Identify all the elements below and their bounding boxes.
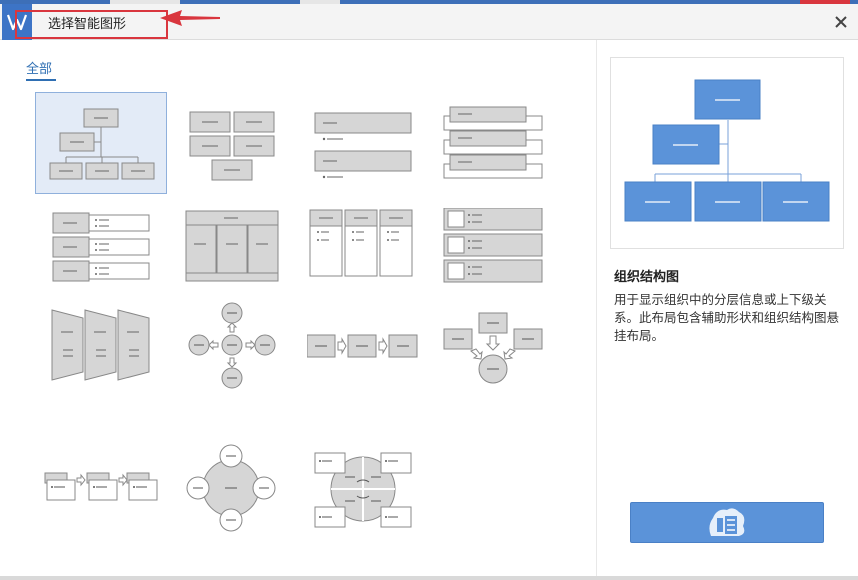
template-basic-process[interactable] [307, 302, 439, 404]
template-org-chart[interactable] [35, 92, 167, 194]
template-block-list[interactable] [180, 92, 312, 194]
close-icon [835, 16, 847, 28]
tab-all[interactable]: 全部 [26, 58, 56, 81]
close-button[interactable] [832, 13, 850, 31]
template-converging-arrows[interactable] [432, 302, 564, 404]
insert-icon [709, 507, 745, 536]
template-vertical-bullet-list[interactable] [307, 92, 439, 194]
template-segmented-cycle[interactable] [307, 430, 439, 532]
template-picture-list[interactable] [432, 208, 564, 310]
template-column-list[interactable] [307, 208, 439, 310]
selected-template-description: 用于显示组织中的分层信息或上下级关系。此布局包含辅助形状和组织结构图悬挂布局。 [614, 293, 840, 343]
pane-divider [596, 40, 597, 576]
selected-template-name: 组织结构图 [614, 269, 680, 284]
template-preview [610, 57, 844, 249]
dialog-title: 选择智能图形 [48, 16, 127, 31]
template-step-process[interactable] [35, 430, 167, 532]
template-radial-cycle[interactable] [180, 302, 312, 404]
template-vertical-box-list[interactable] [35, 208, 167, 310]
template-radial-circles[interactable] [180, 430, 312, 532]
bottom-edge [0, 576, 858, 580]
annotation-arrow [160, 10, 220, 26]
insert-button[interactable] [630, 502, 824, 543]
dialog-titlebar: 选择智能图形 [0, 4, 858, 40]
template-stacked-list[interactable] [432, 92, 564, 194]
template-table-hierarchy[interactable] [180, 208, 312, 310]
template-gallery: 全部 [0, 40, 596, 576]
template-chevron-panels[interactable] [35, 302, 167, 404]
